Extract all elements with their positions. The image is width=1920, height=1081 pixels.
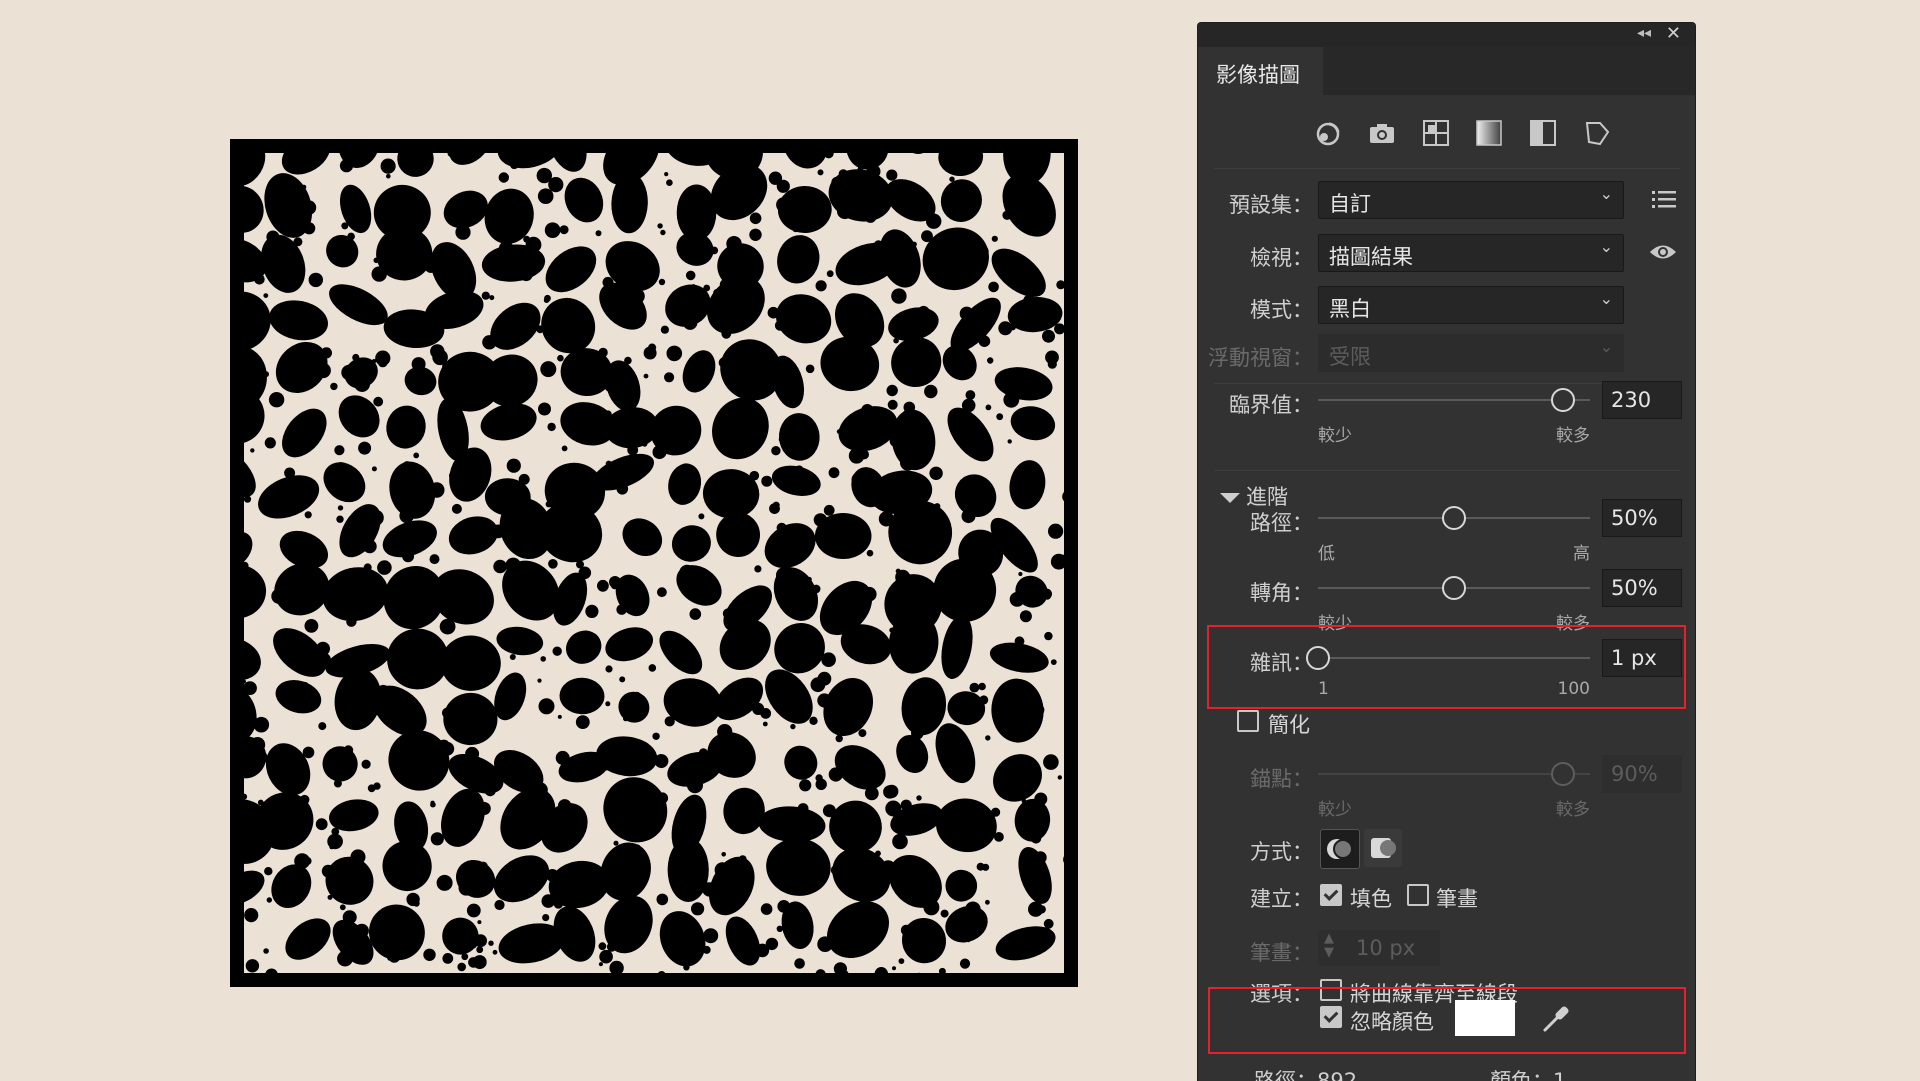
anchors-slider-thumb <box>1550 762 1575 786</box>
abutting-method-button[interactable] <box>1320 829 1360 869</box>
simplify-checkbox[interactable] <box>1237 710 1259 732</box>
palette-value: 受限 <box>1329 345 1371 369</box>
footer-paths-label: 路徑： <box>1254 1069 1317 1081</box>
chevron-down-icon: ⌄ <box>1599 337 1613 356</box>
create-label: 建立： <box>1250 887 1313 911</box>
outline-icon[interactable] <box>1580 116 1614 150</box>
eye-icon[interactable] <box>1648 241 1678 268</box>
close-icon[interactable]: ✕ <box>1666 23 1681 44</box>
footer-paths: 路徑：892 <box>1254 1065 1357 1081</box>
threshold-slider-thumb[interactable] <box>1551 388 1576 412</box>
view-value: 描圖結果 <box>1329 245 1413 269</box>
threshold-min-label: 較少 <box>1318 426 1352 446</box>
preset-value: 自訂 <box>1329 192 1371 216</box>
preset-label: 預設集： <box>1229 193 1313 217</box>
mode-value: 黑白 <box>1329 297 1371 321</box>
simplify-label: 簡化 <box>1268 713 1310 737</box>
paths-input[interactable]: 50% <box>1602 499 1682 537</box>
method-label: 方式： <box>1250 840 1313 864</box>
palette-label: 浮動視窗： <box>1208 346 1313 370</box>
grayscale-icon[interactable] <box>1472 116 1506 150</box>
corners-slider-thumb[interactable] <box>1442 576 1466 600</box>
highlight-box <box>1207 625 1686 709</box>
paths-value: 50% <box>1611 506 1658 530</box>
palette-select: 受限 ⌄ <box>1318 334 1624 372</box>
list-icon[interactable] <box>1652 188 1678 215</box>
panel-tabstrip: 影像描圖 <box>1198 47 1695 95</box>
anchors-value: 90% <box>1611 762 1658 786</box>
corners-label: 轉角： <box>1250 581 1313 605</box>
view-label: 檢視： <box>1250 246 1313 270</box>
anchors-label: 錨點： <box>1250 767 1313 791</box>
stroke-width-value: 10 px <box>1356 936 1416 960</box>
panel-title: 影像描圖 <box>1216 63 1300 87</box>
mode-select[interactable]: 黑白 ⌄ <box>1318 286 1624 324</box>
paths-slider[interactable] <box>1318 506 1590 530</box>
anchors-max-label: 較多 <box>1556 800 1590 820</box>
preset-select[interactable]: 自訂 ⌄ <box>1318 181 1624 219</box>
fill-checkbox[interactable] <box>1320 884 1342 906</box>
corners-slider[interactable] <box>1318 576 1590 600</box>
chevron-down-icon: ⌄ <box>1599 289 1613 308</box>
stepper-arrows-icon: ▲ ▼ <box>1324 931 1334 960</box>
stroke-width-label: 筆畫： <box>1250 941 1313 965</box>
highlight-box <box>1208 987 1686 1054</box>
footer-colors-value: 1 <box>1553 1069 1567 1081</box>
paths-max-label: 高 <box>1573 544 1590 564</box>
fill-label: 填色 <box>1350 887 1392 911</box>
paths-label: 路徑： <box>1250 511 1313 535</box>
footer-paths-value: 892 <box>1317 1069 1358 1081</box>
anchors-min-label: 較少 <box>1318 800 1352 820</box>
divider <box>1214 470 1680 471</box>
low-color-icon[interactable] <box>1419 116 1453 150</box>
paths-min-label: 低 <box>1318 544 1335 564</box>
triangle-down-icon <box>1220 493 1240 503</box>
threshold-value: 230 <box>1611 388 1652 412</box>
threshold-label: 臨界值： <box>1229 393 1313 417</box>
overlapping-method-button[interactable] <box>1364 829 1402 867</box>
stroke-label: 筆畫 <box>1436 887 1478 911</box>
threshold-max-label: 較多 <box>1556 426 1590 446</box>
paths-slider-thumb[interactable] <box>1442 506 1466 530</box>
tab-image-trace[interactable]: 影像描圖 <box>1198 47 1323 95</box>
divider <box>1214 168 1680 169</box>
image-trace-panel: ◂◂ ✕ 影像描圖 預設集： 自訂 ⌄ 檢視： 描圖結果 ⌄ 模式： 黑白 ⌄ … <box>1197 22 1696 1081</box>
stroke-checkbox[interactable] <box>1407 884 1429 906</box>
corners-value: 50% <box>1611 576 1658 600</box>
footer-colors: 顏色：1 <box>1490 1065 1566 1081</box>
stroke-width-stepper: ▲ ▼ 10 px <box>1318 930 1440 966</box>
auto-color-icon[interactable] <box>1311 116 1345 150</box>
threshold-slider[interactable] <box>1318 388 1590 412</box>
view-select[interactable]: 描圖結果 ⌄ <box>1318 234 1624 272</box>
chevron-down-icon: ⌄ <box>1599 237 1613 256</box>
collapse-icon[interactable]: ◂◂ <box>1637 25 1651 41</box>
footer-colors-label: 顏色： <box>1490 1069 1553 1081</box>
high-color-icon[interactable] <box>1365 116 1399 150</box>
mode-label: 模式： <box>1250 298 1313 322</box>
corners-input[interactable]: 50% <box>1602 569 1682 607</box>
panel-titlebar: ◂◂ ✕ <box>1198 23 1695 47</box>
chevron-down-icon: ⌄ <box>1599 184 1613 203</box>
traced-artwork-image <box>230 139 1078 987</box>
threshold-input[interactable]: 230 <box>1602 381 1682 419</box>
anchors-slider <box>1318 762 1590 786</box>
anchors-input: 90% <box>1602 755 1682 793</box>
advanced-label: 進階 <box>1246 485 1288 509</box>
black-white-icon[interactable] <box>1526 116 1560 150</box>
